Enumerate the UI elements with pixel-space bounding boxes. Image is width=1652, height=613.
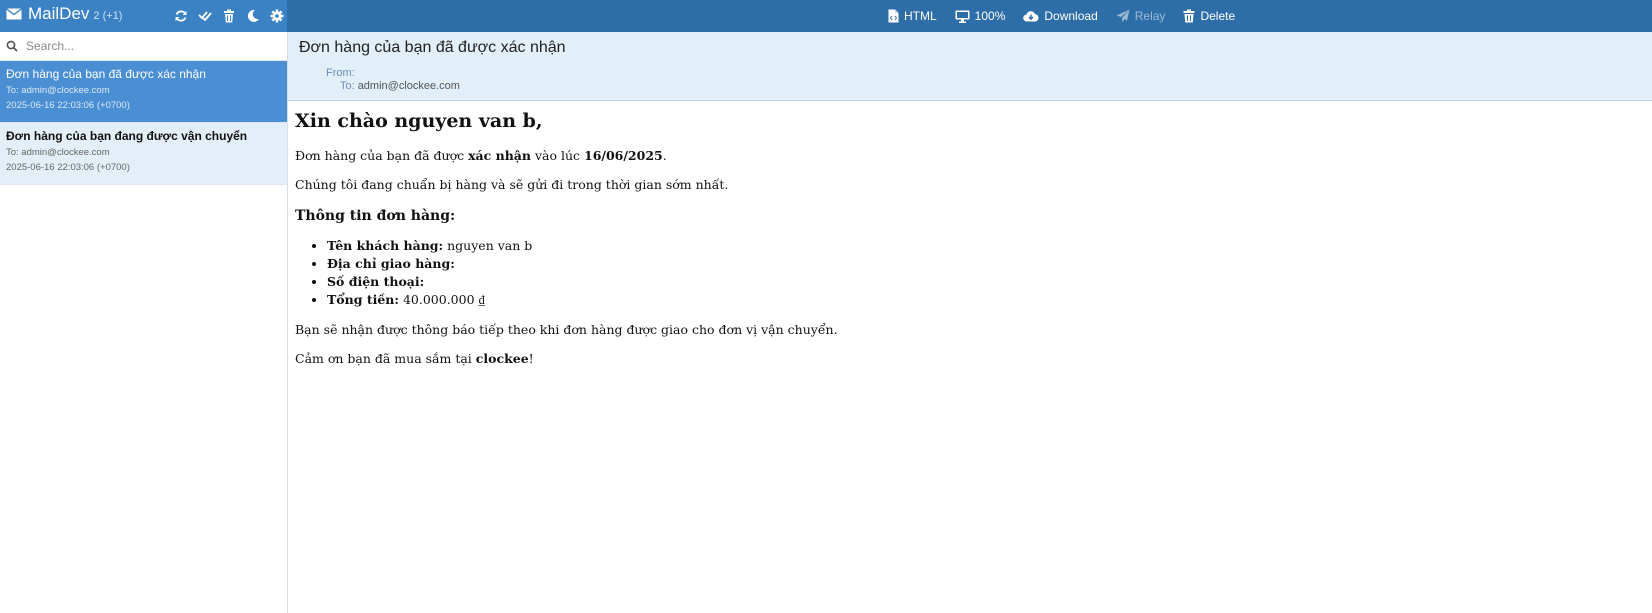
order-info-list: Tên khách hàng: nguyen van b Địa chỉ gia…: [295, 238, 1635, 308]
envelope-icon: [6, 8, 22, 20]
cloud-download-icon: [1023, 10, 1039, 22]
list-item: Số điện thoại:: [327, 274, 1635, 289]
message-toolbar: HTML 100% Download Relay Delete: [888, 0, 1235, 32]
text-span: Cảm ơn bạn đã mua sắm tại: [295, 351, 476, 366]
email-date: 2025-06-16 22:03:06 (+0700): [6, 162, 130, 173]
info-value: 40.000.000 ₫: [399, 292, 485, 307]
download-label: Download: [1044, 9, 1098, 23]
email-recipient: To: admin@clockee.com: [6, 85, 110, 96]
download-button[interactable]: Download: [1023, 9, 1098, 23]
to-label: To:: [340, 80, 355, 92]
moon-icon[interactable]: [246, 9, 260, 23]
text-span: vào lúc: [531, 148, 585, 163]
email-list-item[interactable]: Đơn hàng của bạn đã được xác nhận To: ad…: [0, 61, 287, 123]
mark-all-read-icon[interactable]: [198, 9, 212, 23]
zoom-label: 100%: [974, 9, 1006, 23]
html-label: HTML: [904, 9, 937, 23]
zoom-button[interactable]: 100%: [955, 9, 1006, 23]
info-label: Số điện thoại:: [327, 274, 425, 289]
app-title: MailDev: [28, 4, 90, 23]
to-address: admin@clockee.com: [357, 80, 460, 92]
preparing-paragraph: Chúng tôi đang chuẩn bị hàng và sẽ gửi đ…: [295, 177, 729, 192]
info-label: Địa chỉ giao hàng:: [327, 256, 455, 271]
trash-icon: [1183, 9, 1195, 23]
shop-name: clockee: [475, 351, 529, 366]
from-label: From:: [326, 67, 355, 79]
html-file-icon: [888, 9, 899, 23]
email-list-item[interactable]: Đơn hàng của bạn đang được vận chuyển To…: [0, 123, 287, 185]
html-button[interactable]: HTML: [888, 9, 937, 23]
confirmed-status: xác nhận: [468, 148, 531, 163]
relay-button[interactable]: Relay: [1116, 9, 1166, 23]
delete-label: Delete: [1200, 9, 1236, 23]
email-sidebar: Đơn hàng của bạn đã được xác nhận To: ad…: [0, 32, 288, 613]
text-span: Đơn hàng của bạn đã được: [295, 148, 469, 163]
message-count: 2 (+1): [93, 9, 123, 22]
message-header: Đơn hàng của bạn đã được xác nhận From: …: [288, 32, 1652, 101]
message-subject: Đơn hàng của bạn đã được xác nhận: [299, 39, 566, 56]
email-subject: Đơn hàng của bạn đang được vận chuyển: [6, 129, 248, 143]
search-bar: [0, 32, 287, 61]
email-recipient: To: admin@clockee.com: [6, 147, 110, 158]
gear-icon[interactable]: [270, 9, 284, 23]
order-date: 16/06/2025: [584, 148, 663, 163]
list-item: Tên khách hàng: nguyen van b: [327, 238, 1635, 253]
email-date: 2025-06-16 22:03:06 (+0700): [6, 100, 130, 111]
info-label: Tổng tiền:: [327, 292, 399, 307]
list-actions: [174, 9, 284, 23]
brand-area: MailDev 2 (+1): [0, 0, 287, 32]
brand: MailDev 2 (+1): [6, 4, 122, 24]
message-body: Xin chào nguyen van b, Đơn hàng của bạn …: [295, 100, 1635, 380]
confirmation-paragraph: Đơn hàng của bạn đã được xác nhận vào lú…: [295, 148, 1635, 163]
notification-paragraph: Bạn sẽ nhận được thông báo tiếp theo khi…: [295, 322, 838, 337]
greeting-heading: Xin chào nguyen van b,: [295, 110, 543, 132]
search-input[interactable]: [24, 38, 268, 54]
email-subject: Đơn hàng của bạn đã được xác nhận: [6, 67, 206, 81]
monitor-icon: [955, 10, 970, 23]
info-value: nguyen van b: [443, 238, 533, 253]
paper-plane-icon: [1116, 9, 1130, 23]
delete-button[interactable]: Delete: [1183, 9, 1235, 23]
top-bar: MailDev 2 (+1) HTML 100% Download Relay …: [0, 0, 1652, 32]
order-info-heading: Thông tin đơn hàng:: [295, 208, 456, 224]
list-item: Tổng tiền: 40.000.000 ₫: [327, 292, 1635, 308]
relay-label: Relay: [1134, 9, 1166, 23]
refresh-icon[interactable]: [174, 9, 188, 23]
text-span: !: [528, 351, 534, 366]
list-item: Địa chỉ giao hàng:: [327, 256, 1635, 271]
info-label: Tên khách hàng:: [327, 238, 444, 253]
to-row: To: admin@clockee.com: [340, 80, 460, 92]
trash-icon[interactable]: [222, 9, 236, 23]
text-span: .: [662, 148, 667, 163]
search-icon: [6, 40, 18, 52]
thanks-paragraph: Cảm ơn bạn đã mua sắm tại clockee!: [295, 351, 1635, 366]
